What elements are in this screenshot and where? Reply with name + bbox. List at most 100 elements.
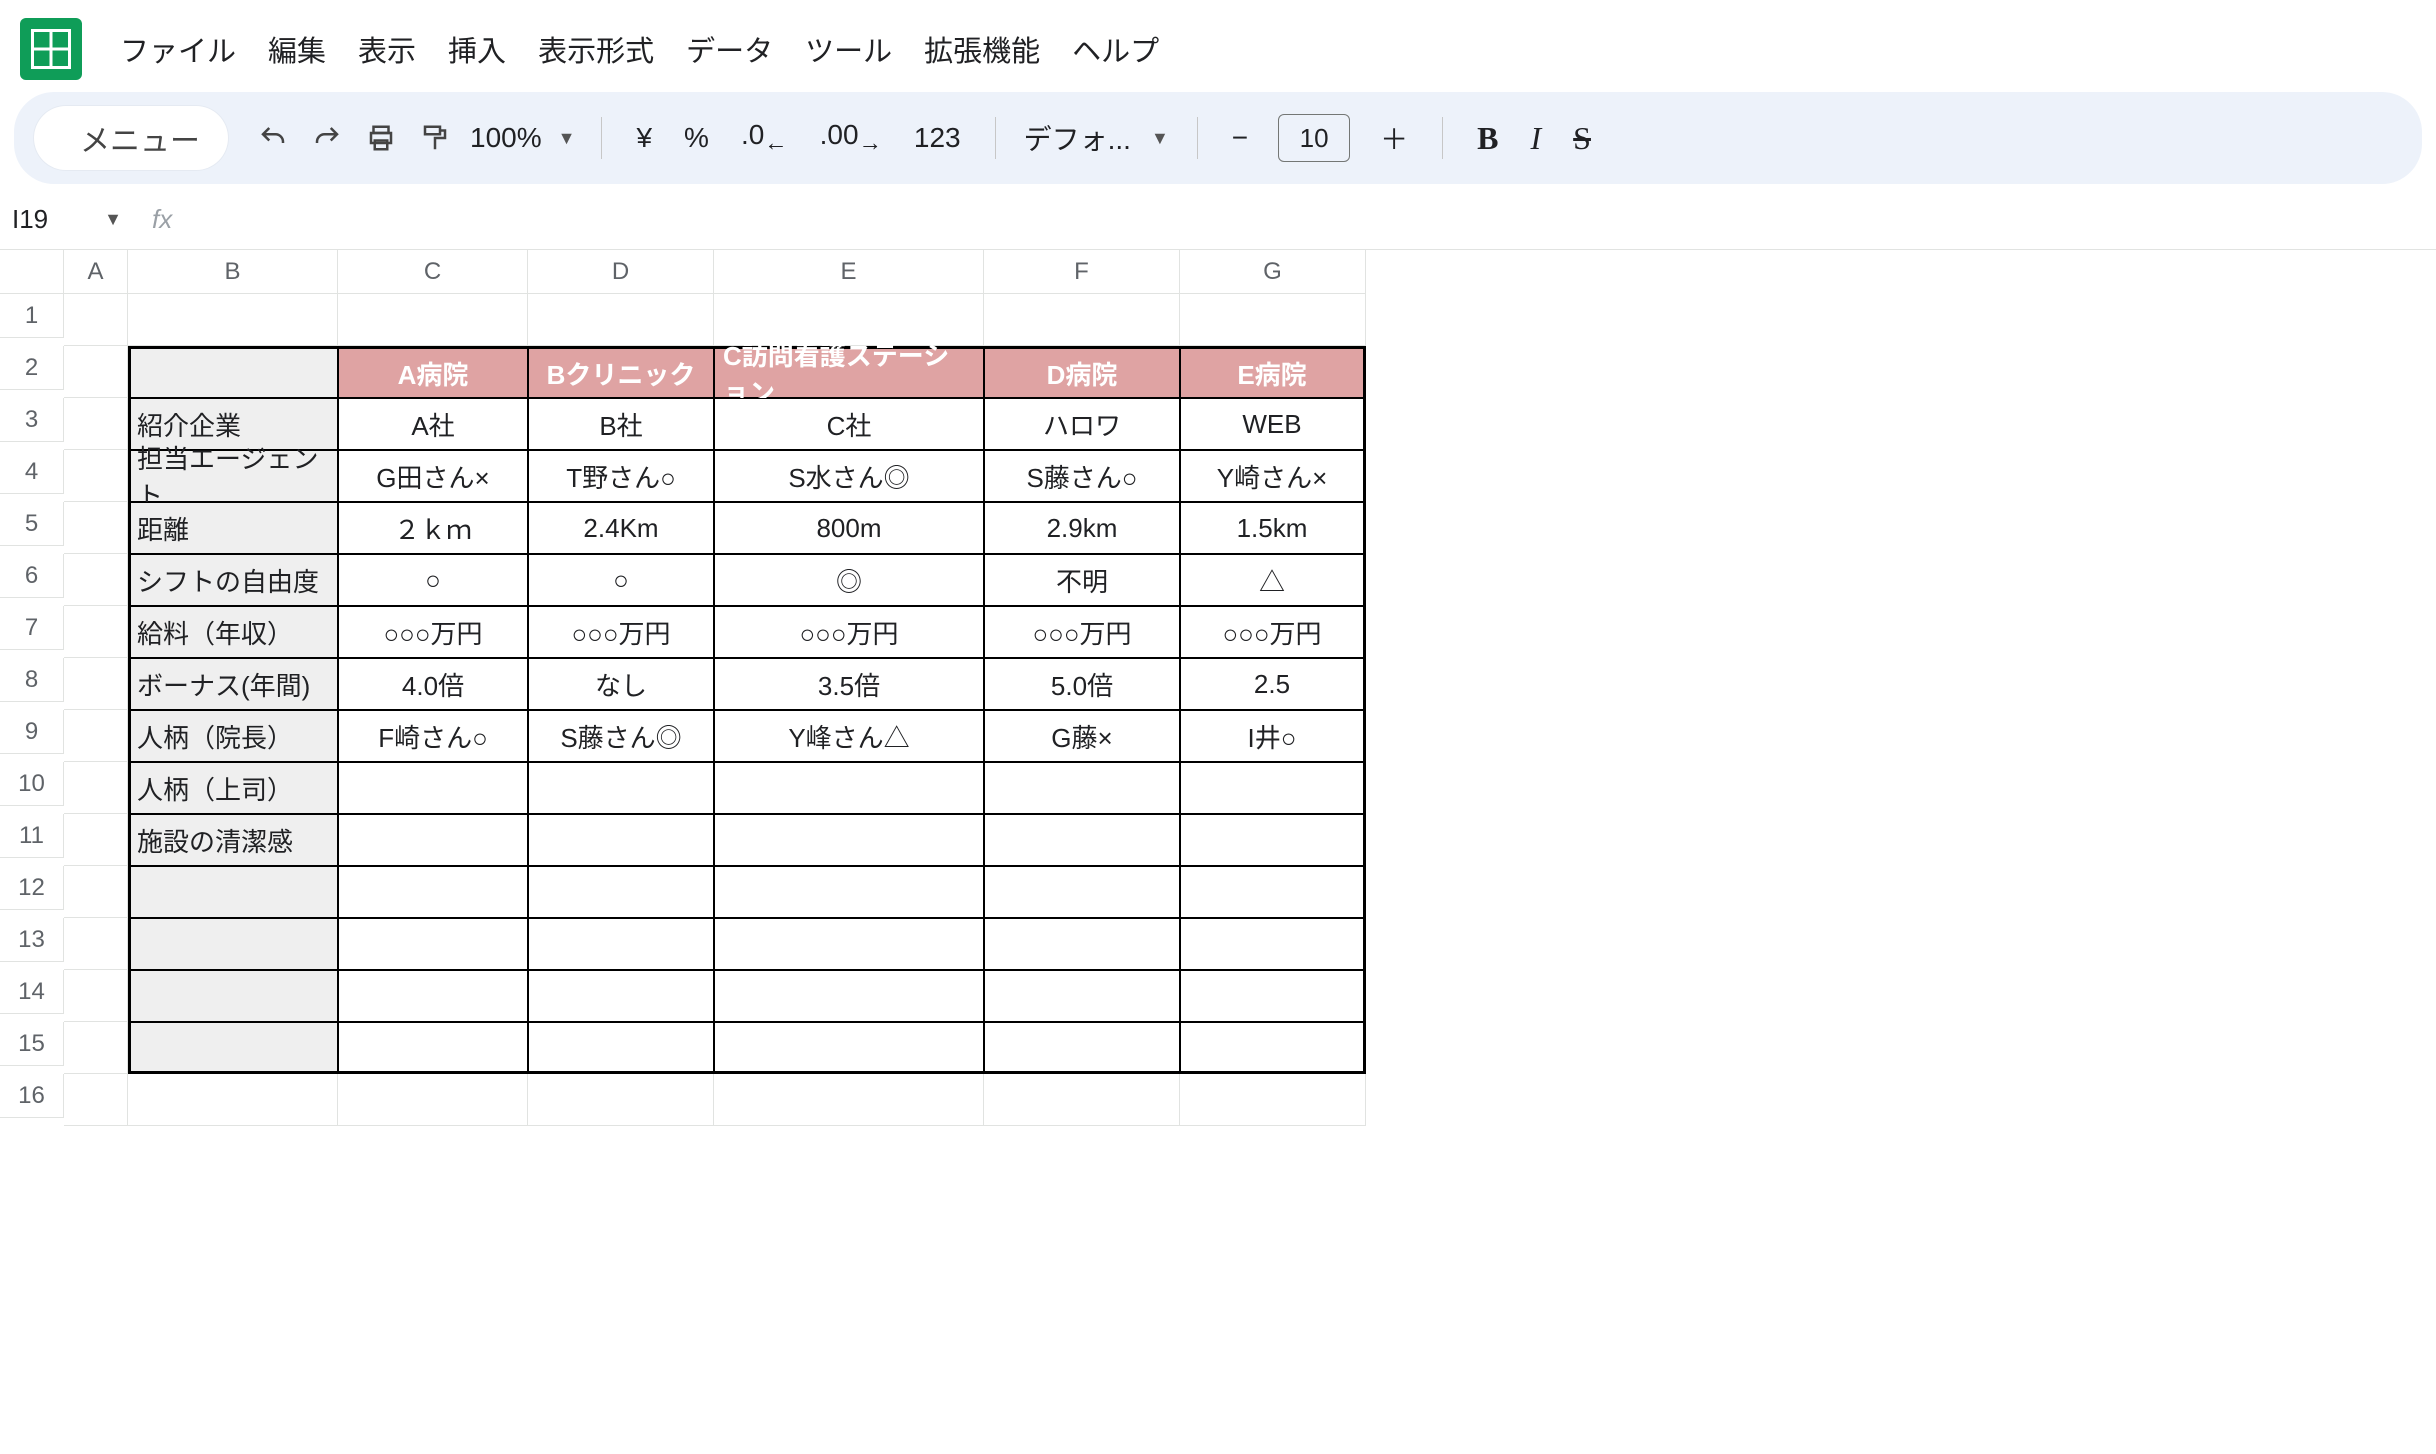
- cell-E16[interactable]: [714, 1074, 984, 1126]
- table-cell-r5-c4[interactable]: 2.5: [1180, 658, 1366, 710]
- font-size-increase-button[interactable]: ＋: [1364, 118, 1424, 158]
- cell-A7[interactable]: [64, 606, 128, 658]
- increase-decimal-button[interactable]: .00→: [804, 119, 898, 157]
- column-header-B[interactable]: B: [128, 250, 338, 294]
- cell-A10[interactable]: [64, 762, 128, 814]
- row-header-16[interactable]: 16: [0, 1074, 64, 1118]
- table-row-label-11[interactable]: [128, 970, 338, 1022]
- cell-B1[interactable]: [128, 294, 338, 346]
- table-cell-r4-c1[interactable]: ○○○万円: [528, 606, 714, 658]
- table-cell-r12-c1[interactable]: [528, 1022, 714, 1074]
- cell-A16[interactable]: [64, 1074, 128, 1126]
- table-cell-r7-c4[interactable]: [1180, 762, 1366, 814]
- table-cell-r10-c4[interactable]: [1180, 918, 1366, 970]
- row-header-15[interactable]: 15: [0, 1022, 64, 1066]
- row-header-1[interactable]: 1: [0, 294, 64, 338]
- row-header-2[interactable]: 2: [0, 346, 64, 390]
- table-cell-r3-c2[interactable]: ◎: [714, 554, 984, 606]
- spreadsheet-grid[interactable]: ABCDEFG12A病院BクリニックC訪問看護ステーションD病院E病院3紹介企業…: [0, 250, 2436, 1126]
- row-header-14[interactable]: 14: [0, 970, 64, 1014]
- table-cell-r10-c3[interactable]: [984, 918, 1180, 970]
- name-box[interactable]: I19 ▼: [12, 204, 132, 235]
- table-cell-r9-c1[interactable]: [528, 866, 714, 918]
- table-row-label-8[interactable]: 施設の清潔感: [128, 814, 338, 866]
- table-cell-r1-c0[interactable]: G田さん×: [338, 450, 528, 502]
- table-row-label-7[interactable]: 人柄（上司）: [128, 762, 338, 814]
- table-cell-r11-c0[interactable]: [338, 970, 528, 1022]
- table-cell-r12-c2[interactable]: [714, 1022, 984, 1074]
- table-cell-r2-c2[interactable]: 800m: [714, 502, 984, 554]
- cell-C16[interactable]: [338, 1074, 528, 1126]
- table-cell-r2-c4[interactable]: 1.5km: [1180, 502, 1366, 554]
- cell-G1[interactable]: [1180, 294, 1366, 346]
- cell-A8[interactable]: [64, 658, 128, 710]
- table-cell-r5-c0[interactable]: 4.0倍: [338, 658, 528, 710]
- cell-A13[interactable]: [64, 918, 128, 970]
- table-header-2[interactable]: Bクリニック: [528, 346, 714, 398]
- cell-A15[interactable]: [64, 1022, 128, 1074]
- table-row-label-12[interactable]: [128, 1022, 338, 1074]
- column-header-A[interactable]: A: [64, 250, 128, 294]
- italic-button[interactable]: I: [1515, 120, 1558, 157]
- undo-button[interactable]: [246, 111, 300, 165]
- table-cell-r7-c1[interactable]: [528, 762, 714, 814]
- table-row-label-10[interactable]: [128, 918, 338, 970]
- menu-format[interactable]: 表示形式: [536, 24, 656, 74]
- table-row-label-2[interactable]: 距離: [128, 502, 338, 554]
- cell-C1[interactable]: [338, 294, 528, 346]
- column-header-F[interactable]: F: [984, 250, 1180, 294]
- menu-insert[interactable]: 挿入: [446, 24, 508, 74]
- bold-button[interactable]: B: [1461, 120, 1514, 157]
- row-header-7[interactable]: 7: [0, 606, 64, 650]
- cell-A11[interactable]: [64, 814, 128, 866]
- table-cell-r5-c3[interactable]: 5.0倍: [984, 658, 1180, 710]
- row-header-9[interactable]: 9: [0, 710, 64, 754]
- table-cell-r10-c2[interactable]: [714, 918, 984, 970]
- cell-A3[interactable]: [64, 398, 128, 450]
- table-cell-r6-c0[interactable]: F崎さん○: [338, 710, 528, 762]
- table-cell-r5-c1[interactable]: なし: [528, 658, 714, 710]
- table-cell-r0-c1[interactable]: B社: [528, 398, 714, 450]
- column-header-C[interactable]: C: [338, 250, 528, 294]
- menu-help[interactable]: ヘルプ: [1070, 24, 1161, 74]
- cell-A12[interactable]: [64, 866, 128, 918]
- table-cell-r8-c4[interactable]: [1180, 814, 1366, 866]
- table-cell-r8-c3[interactable]: [984, 814, 1180, 866]
- table-cell-r1-c4[interactable]: Y崎さん×: [1180, 450, 1366, 502]
- cell-A1[interactable]: [64, 294, 128, 346]
- table-cell-r8-c0[interactable]: [338, 814, 528, 866]
- cell-F1[interactable]: [984, 294, 1180, 346]
- table-cell-r9-c3[interactable]: [984, 866, 1180, 918]
- decrease-decimal-button[interactable]: .0←: [725, 119, 804, 157]
- menu-data[interactable]: データ: [684, 24, 775, 74]
- row-header-6[interactable]: 6: [0, 554, 64, 598]
- table-cell-r8-c2[interactable]: [714, 814, 984, 866]
- table-cell-r6-c2[interactable]: Y峰さん△: [714, 710, 984, 762]
- table-cell-r10-c1[interactable]: [528, 918, 714, 970]
- table-cell-r11-c4[interactable]: [1180, 970, 1366, 1022]
- table-cell-r1-c1[interactable]: T野さん○: [528, 450, 714, 502]
- search-menus-pill[interactable]: メニュー: [34, 106, 228, 170]
- table-cell-r1-c3[interactable]: S藤さん○: [984, 450, 1180, 502]
- print-button[interactable]: [354, 111, 408, 165]
- font-family-dropdown[interactable]: デフォ... ▼: [1014, 118, 1179, 158]
- table-cell-r4-c0[interactable]: ○○○万円: [338, 606, 528, 658]
- table-cell-r0-c2[interactable]: C社: [714, 398, 984, 450]
- table-cell-r2-c0[interactable]: ２ｋｍ: [338, 502, 528, 554]
- cell-A6[interactable]: [64, 554, 128, 606]
- table-cell-r10-c0[interactable]: [338, 918, 528, 970]
- column-header-E[interactable]: E: [714, 250, 984, 294]
- cell-A2[interactable]: [64, 346, 128, 398]
- table-cell-r12-c4[interactable]: [1180, 1022, 1366, 1074]
- row-header-11[interactable]: 11: [0, 814, 64, 858]
- table-cell-r2-c3[interactable]: 2.9km: [984, 502, 1180, 554]
- row-header-3[interactable]: 3: [0, 398, 64, 442]
- table-cell-r11-c1[interactable]: [528, 970, 714, 1022]
- table-cell-r9-c2[interactable]: [714, 866, 984, 918]
- table-cell-r4-c3[interactable]: ○○○万円: [984, 606, 1180, 658]
- table-cell-r7-c3[interactable]: [984, 762, 1180, 814]
- table-row-label-1[interactable]: 担当エージェント: [128, 450, 338, 502]
- cell-G16[interactable]: [1180, 1074, 1366, 1126]
- table-row-label-9[interactable]: [128, 866, 338, 918]
- table-cell-r12-c0[interactable]: [338, 1022, 528, 1074]
